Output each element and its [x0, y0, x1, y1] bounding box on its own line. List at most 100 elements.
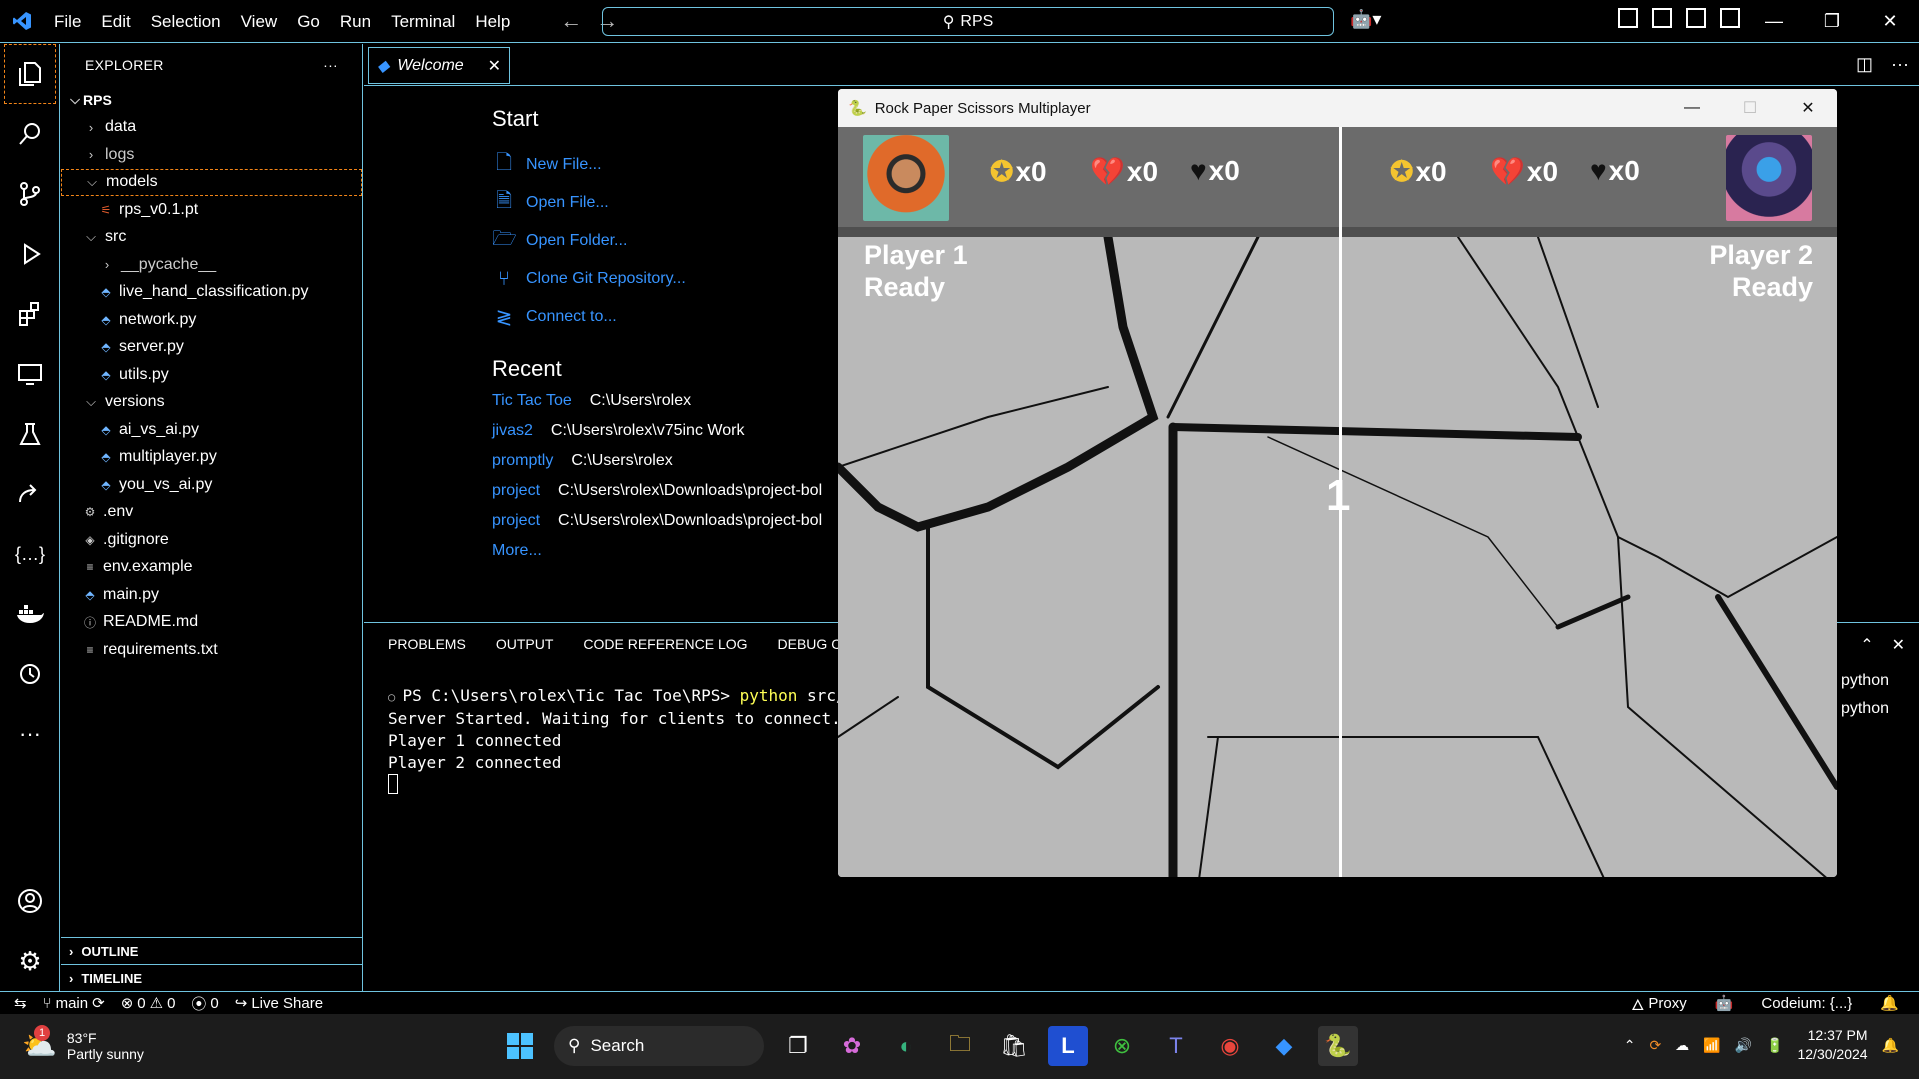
tree-item[interactable]: ⌵ src	[61, 224, 362, 252]
start-open-file[interactable]: 🗎 Open File...	[492, 184, 686, 222]
branch-status[interactable]: ⑂ main ⟳	[35, 994, 113, 1013]
weather-widget[interactable]: ⛅ 1 83°F Partly sunny	[22, 1025, 144, 1062]
recent-item[interactable]: project C:\Users\rolex\Downloads\project-…	[492, 482, 822, 512]
recent-item[interactable]: project C:\Users\rolex\Downloads\project-…	[492, 512, 822, 542]
split-editor-icon[interactable]: ◫	[1856, 54, 1873, 75]
menu-edit[interactable]: Edit	[91, 0, 140, 43]
run-debug-icon[interactable]	[0, 224, 60, 284]
recent-name[interactable]: Tic Tac Toe	[492, 392, 572, 422]
remote-explorer-icon[interactable]	[0, 344, 60, 404]
extensions-icon[interactable]	[0, 284, 60, 344]
ellipsis-icon[interactable]: ···	[1891, 54, 1909, 75]
recent-more-link[interactable]: More...	[492, 542, 822, 572]
tree-item[interactable]: ⬘ server.py	[61, 334, 362, 362]
toggle-secondary-sidebar-icon[interactable]	[1720, 8, 1740, 28]
menu-help[interactable]: Help	[465, 0, 520, 43]
tree-item[interactable]: ⌵ models	[61, 168, 362, 196]
tab-code-reference-log[interactable]: CODE REFERENCE LOG	[583, 636, 747, 652]
onedrive-icon[interactable]: ☁	[1675, 1037, 1689, 1054]
tree-item[interactable]: ⬘ network.py	[61, 306, 362, 334]
start-open-folder[interactable]: 🗁 Open Folder...	[492, 222, 686, 260]
microsoft-store-icon[interactable]: 🛍	[994, 1026, 1034, 1066]
recent-name[interactable]: promptly	[492, 452, 553, 482]
teams-icon[interactable]: T	[1156, 1026, 1196, 1066]
tree-item[interactable]: ⚙ .env	[61, 499, 362, 527]
problems-status[interactable]: ⊗ 0 ⚠ 0	[113, 994, 184, 1013]
customize-layout-icon[interactable]	[1618, 8, 1638, 28]
notification-bell-icon[interactable]: 🔔	[1882, 1037, 1899, 1054]
live-share-status[interactable]: ↪ Live Share	[227, 994, 331, 1013]
menu-run[interactable]: Run	[330, 0, 381, 43]
file-explorer-icon[interactable]: 🗀	[940, 1026, 980, 1066]
settings-gear-icon[interactable]: ⚙	[0, 931, 60, 991]
recent-name[interactable]: project	[492, 482, 540, 512]
codeium-icon[interactable]: {…}	[0, 524, 60, 584]
tree-item[interactable]: ⬘ you_vs_ai.py	[61, 471, 362, 499]
accounts-icon[interactable]	[0, 871, 60, 931]
explorer-icon[interactable]	[4, 44, 56, 104]
minimize-icon[interactable]: —	[1745, 0, 1803, 43]
tree-item[interactable]: ⚟ rps_v0.1.pt	[61, 196, 362, 224]
ports-status[interactable]: ⦿ 0	[183, 993, 226, 1014]
close-panel-icon[interactable]: ✕	[1892, 635, 1905, 655]
outline-section[interactable]: › OUTLINE	[61, 937, 362, 964]
copilot-icon[interactable]: 🤖▾	[1350, 9, 1381, 30]
testing-icon[interactable]	[0, 404, 60, 464]
tree-item[interactable]: ◈ .gitignore	[61, 526, 362, 554]
toggle-panel-icon[interactable]	[1686, 8, 1706, 28]
menu-file[interactable]: File	[44, 0, 91, 43]
vscode-taskbar-icon[interactable]: ◆	[1264, 1026, 1304, 1066]
tree-item[interactable]: ≡ requirements.txt	[61, 636, 362, 664]
tree-item[interactable]: ⌵ versions	[61, 389, 362, 417]
taskbar-search[interactable]: ⚲ Search	[554, 1026, 764, 1066]
command-center-search[interactable]: ⚲ RPS	[602, 7, 1334, 36]
close-icon[interactable]: ✕	[1861, 0, 1919, 43]
recent-name[interactable]: jivas2	[492, 422, 533, 452]
menu-selection[interactable]: Selection	[141, 0, 231, 43]
terminal-session-item[interactable]: python	[1841, 667, 1889, 695]
tree-item[interactable]: ⬘ live_hand_classification.py	[61, 279, 362, 307]
tree-item[interactable]: › data	[61, 114, 362, 142]
recent-item[interactable]: promptly C:\Users\rolex	[492, 452, 822, 482]
close-icon[interactable]: ✕	[488, 56, 501, 76]
tree-item[interactable]: ⓘ README.md	[61, 609, 362, 637]
tree-item[interactable]: ⬘ utils.py	[61, 361, 362, 389]
ellipsis-icon[interactable]: ···	[323, 57, 338, 73]
remote-indicator-icon[interactable]: ⇆	[0, 994, 35, 1012]
edge-browser-icon[interactable]: ◐	[886, 1026, 926, 1066]
back-arrow-icon[interactable]: ←	[560, 8, 582, 34]
clock[interactable]: 12:37 PM 12/30/2024	[1797, 1026, 1867, 1064]
menu-go[interactable]: Go	[287, 0, 330, 43]
tab-output[interactable]: OUTPUT	[496, 636, 554, 652]
task-view-icon[interactable]: ❐	[778, 1026, 818, 1066]
start-clone-git[interactable]: ⑂ Clone Git Repository...	[492, 260, 686, 298]
tree-item[interactable]: › __pycache__	[61, 251, 362, 279]
sync-tray-icon[interactable]: ⟳	[1649, 1037, 1661, 1054]
battery-icon[interactable]: 🔋	[1766, 1037, 1783, 1054]
l-app-icon[interactable]: L	[1048, 1026, 1088, 1066]
wifi-icon[interactable]: 📶	[1703, 1037, 1720, 1054]
tree-item[interactable]: ⬘ ai_vs_ai.py	[61, 416, 362, 444]
terminal-output[interactable]: ○ PS C:\Users\rolex\Tic Tac Toe\RPS> pyt…	[388, 685, 884, 794]
start-new-file[interactable]: 🗋 New File...	[492, 146, 686, 184]
search-icon[interactable]	[0, 104, 60, 164]
minimize-icon[interactable]: —	[1663, 89, 1721, 127]
close-icon[interactable]: ✕	[1779, 89, 1837, 127]
terminal-session-item[interactable]: python	[1841, 695, 1889, 723]
recent-name[interactable]: project	[492, 512, 540, 542]
more-label[interactable]: More...	[492, 542, 542, 572]
more-icon[interactable]: ···	[0, 704, 60, 764]
python-game-taskbar-icon[interactable]: 🐍	[1318, 1026, 1358, 1066]
tree-item[interactable]: › logs	[61, 141, 362, 169]
tab-problems[interactable]: PROBLEMS	[388, 636, 466, 652]
recent-item[interactable]: jivas2 C:\Users\rolex\v75inc Work	[492, 422, 822, 452]
timeline-extension-icon[interactable]	[0, 644, 60, 704]
chevron-up-icon[interactable]: ⌃	[1624, 1037, 1636, 1054]
maximize-panel-icon[interactable]: ⌃	[1860, 635, 1873, 655]
volume-icon[interactable]: 🔊	[1735, 1037, 1752, 1054]
menu-view[interactable]: View	[231, 0, 288, 43]
tree-root[interactable]: ⌵ RPS	[61, 86, 362, 114]
tree-item[interactable]: ≡ env.example	[61, 554, 362, 582]
source-control-icon[interactable]	[0, 164, 60, 224]
docker-icon[interactable]	[0, 584, 60, 644]
